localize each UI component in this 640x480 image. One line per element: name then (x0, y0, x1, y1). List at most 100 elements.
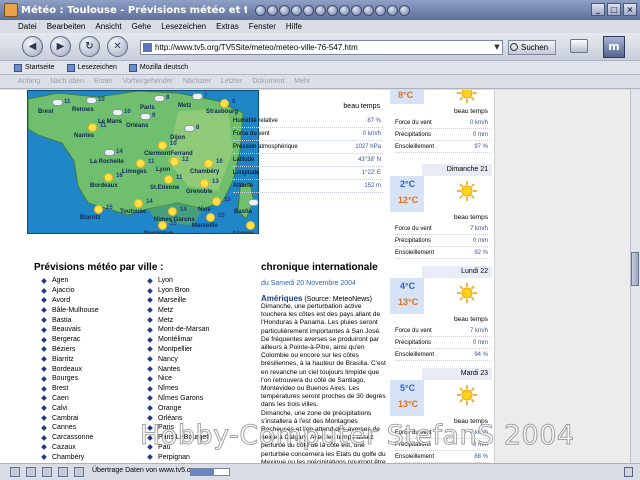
city-link[interactable]: Lyon (158, 277, 173, 284)
widget-icon[interactable] (339, 4, 350, 16)
url-input[interactable]: http://www.tv5.org/TV5Site/meteo/meteo-v… (140, 40, 503, 55)
map-city-label[interactable]: Lyon (156, 167, 170, 173)
address-book-icon[interactable] (58, 467, 68, 477)
city-list-item[interactable]: Carcassonne (41, 433, 99, 443)
map-city-label[interactable]: Bastia (234, 209, 252, 215)
nav-anfang[interactable]: Anfang (18, 78, 40, 85)
map-city-label[interactable]: Biarritz (80, 215, 101, 221)
city-link[interactable]: Caen (52, 395, 69, 402)
reload-button[interactable]: ↻ (79, 36, 100, 57)
nav-letzter[interactable]: Letzter (221, 78, 242, 85)
widget-icon[interactable] (399, 4, 410, 16)
menu-lesezeichen[interactable]: Lesezeichen (161, 22, 206, 31)
forward-button[interactable]: ▶ (50, 36, 71, 57)
city-link[interactable]: Bergerac (52, 336, 80, 343)
map-city-label[interactable]: St.Etienne (150, 185, 179, 191)
city-link[interactable]: Bordeaux (52, 366, 82, 373)
widget-icon[interactable] (267, 4, 278, 16)
map-city-label[interactable]: Rennes (72, 107, 94, 113)
city-list-item[interactable]: Agen (41, 276, 99, 286)
map-city-label[interactable]: Nantes (74, 133, 94, 139)
map-city-label[interactable]: Chambéry (190, 169, 219, 175)
city-link[interactable]: Perpignan (158, 454, 190, 461)
nav-naechster[interactable]: Nächster (183, 78, 211, 85)
menu-extras[interactable]: Extras (216, 22, 239, 31)
city-link[interactable]: Cazaux (52, 444, 76, 451)
city-list-item[interactable]: Nîmes (147, 384, 209, 394)
city-link[interactable]: Marseille (158, 297, 186, 304)
city-list-item[interactable]: Bordeaux (41, 364, 99, 374)
maximize-button[interactable]: □ (607, 3, 621, 16)
city-link[interactable]: Lyon Bron (158, 287, 190, 294)
city-link[interactable]: Carcassonne (52, 434, 93, 441)
city-list-item[interactable]: Nice (147, 374, 209, 384)
city-list-item[interactable]: Bourges (41, 374, 99, 384)
city-list-item[interactable]: Avord (41, 296, 99, 306)
city-link[interactable]: Avord (52, 297, 70, 304)
map-city-label[interactable]: Bordeaux (90, 183, 118, 189)
france-weather-map[interactable]: 11 Brest 10 Rennes 8 Paris 7 Metz 8 Strasbourg 10 L… (27, 90, 259, 234)
widget-icon[interactable] (351, 4, 362, 16)
city-link[interactable]: Nice (158, 375, 172, 382)
composer-icon[interactable] (42, 467, 52, 477)
widget-icon[interactable] (363, 4, 374, 16)
city-link[interactable]: Orange (158, 405, 181, 412)
bookmark-mozilla-deutsch[interactable]: Mozilla deutsch (128, 63, 188, 72)
widget-icon[interactable] (375, 4, 386, 16)
map-city-label[interactable]: Brest (38, 109, 53, 115)
city-link[interactable]: Metz (158, 307, 173, 314)
city-list-item[interactable]: Metz (147, 305, 209, 315)
city-list-item[interactable]: Cannes (41, 423, 99, 433)
city-list-item[interactable]: Montélimar (147, 335, 209, 345)
city-list-item[interactable]: Nancy (147, 354, 209, 364)
city-list-item[interactable]: Brest (41, 384, 99, 394)
nav-vorhergehender[interactable]: Vorhergehender (123, 78, 173, 85)
city-list-item[interactable]: Bâle-Mulhouse (41, 305, 99, 315)
city-link[interactable]: Cannes (52, 424, 76, 431)
city-list-item[interactable]: Orange (147, 403, 209, 413)
city-link[interactable]: Bourges (52, 375, 78, 382)
mozilla-throbber-logo[interactable]: m (603, 36, 625, 58)
city-link[interactable]: Metz (158, 317, 173, 324)
nav-erster[interactable]: Erster (94, 78, 113, 85)
map-city-label[interactable]: Metz (178, 103, 191, 109)
city-list-item[interactable]: Bastia (41, 315, 99, 325)
security-lock-icon[interactable] (624, 467, 633, 477)
city-link[interactable]: Nantes (158, 366, 180, 373)
menu-datei[interactable]: Datei (18, 22, 37, 31)
map-city-label[interactable]: La Rochelle (90, 159, 124, 165)
map-city-label[interactable]: Orléans (126, 123, 148, 129)
city-list-item[interactable]: Ajaccio (41, 286, 99, 296)
scrollbar-thumb[interactable] (631, 252, 639, 286)
menu-bearbeiten[interactable]: Bearbeiten (47, 22, 86, 31)
city-list-item[interactable]: Metz (147, 315, 209, 325)
city-list-item[interactable]: Montpellier (147, 345, 209, 355)
city-list-item[interactable]: Cazaux (41, 443, 99, 453)
nav-dokument[interactable]: Dokument (252, 78, 284, 85)
minimize-button[interactable]: _ (591, 3, 605, 16)
city-list-item[interactable]: Nantes (147, 364, 209, 374)
widget-icon[interactable] (303, 4, 314, 16)
print-icon[interactable] (570, 39, 588, 53)
city-list-item[interactable]: Calvi (41, 403, 99, 413)
bookmark-lesezeichen[interactable]: Lesezeichen (66, 63, 117, 72)
map-city-label[interactable]: Grenoble (186, 189, 212, 195)
close-button[interactable]: × (623, 3, 637, 16)
nav-mehr[interactable]: Mehr (294, 78, 310, 85)
city-link[interactable]: Biarritz (52, 356, 74, 363)
city-link[interactable]: Nîmes Garons (158, 395, 203, 402)
city-list-item[interactable]: Lyon Bron (147, 286, 209, 296)
city-link[interactable]: Ajaccio (52, 287, 75, 294)
city-link[interactable]: Calvi (52, 405, 68, 412)
widget-icon[interactable] (387, 4, 398, 16)
menu-gehe[interactable]: Gehe (132, 22, 152, 31)
city-link[interactable]: Chambéry (52, 454, 84, 461)
menu-fenster[interactable]: Fenster (249, 22, 276, 31)
city-link[interactable]: Montélimar (158, 336, 193, 343)
widget-icon[interactable] (327, 4, 338, 16)
city-link[interactable]: Mont-de-Marsan (158, 326, 209, 333)
map-city-label[interactable]: Limoges (122, 169, 147, 175)
widget-icon[interactable] (279, 4, 290, 16)
navigator-icon[interactable] (10, 467, 20, 477)
city-list-item[interactable]: Nîmes Garons (147, 394, 209, 404)
